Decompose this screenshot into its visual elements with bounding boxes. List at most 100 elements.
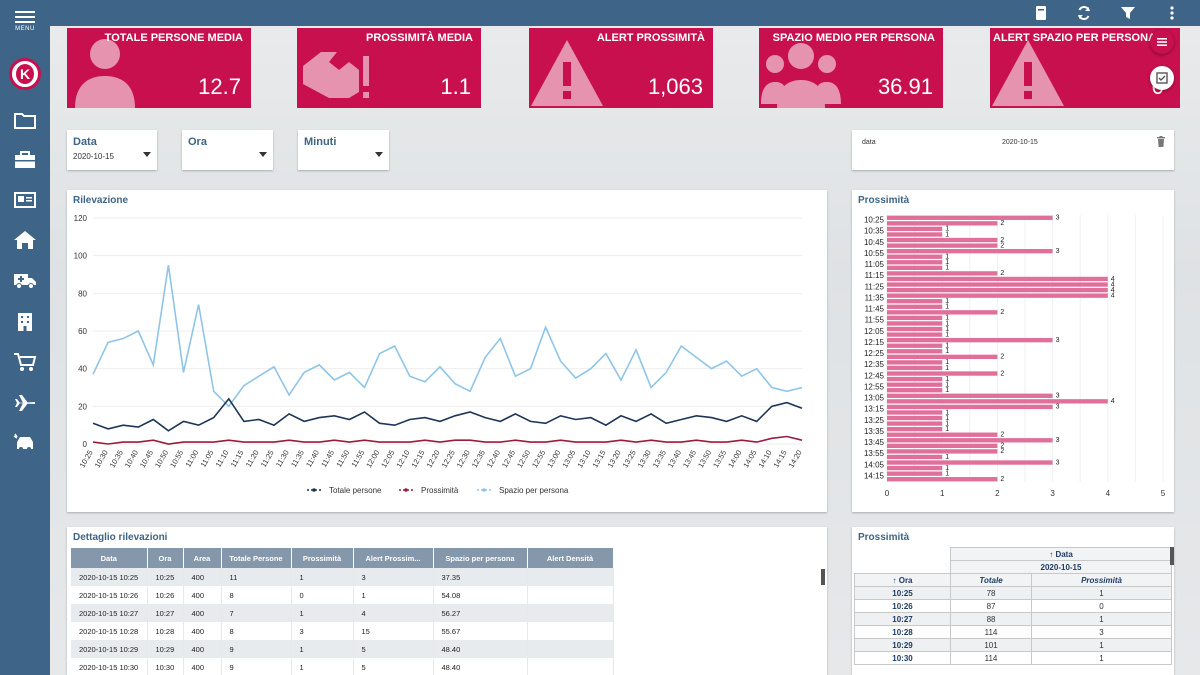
table-row[interactable]: 2020-10-15 10:27 10:27 400 7 1 4 56.27 xyxy=(71,604,614,622)
x-tick-label: 13:00 xyxy=(545,449,562,470)
table-row[interactable]: 2020-10-15 10:30 10:30 400 9 1 5 48.40 xyxy=(71,658,614,675)
filter-label: Ora xyxy=(188,136,207,148)
x-tick-label: 3 xyxy=(1050,489,1055,498)
pivot-row-header[interactable]: ↑ Ora xyxy=(854,573,951,587)
table-cell xyxy=(527,640,614,658)
more-vertical-icon[interactable] xyxy=(1164,5,1180,21)
pivot-row[interactable]: 10:26 87 0 xyxy=(854,599,1172,613)
table-cell: 10:29 xyxy=(147,640,184,658)
group-icon xyxy=(761,36,841,108)
pivot-time: 10:28 xyxy=(854,625,951,639)
filter-ora[interactable]: Ora xyxy=(182,130,273,170)
home-icon[interactable] xyxy=(13,230,37,250)
table-cell: 15 xyxy=(353,622,434,640)
x-tick-label: 10:40 xyxy=(123,449,140,470)
x-tick-label: 13:10 xyxy=(575,449,592,470)
x-tick-label: 12:10 xyxy=(394,449,411,470)
table-row[interactable]: 2020-10-15 10:25 10:25 400 11 1 3 37.35 xyxy=(71,568,614,586)
pivot-row[interactable]: 10:28 114 3 xyxy=(854,625,1172,639)
plane-icon[interactable] xyxy=(13,393,37,413)
menu-button[interactable]: MENU xyxy=(0,8,50,42)
y-tick-label: 11:15 xyxy=(865,271,885,280)
pivot-col-header[interactable]: ↑ Data xyxy=(950,547,1172,561)
y-tick-label: 20 xyxy=(78,402,87,411)
column-header[interactable]: Prossimità xyxy=(291,548,354,568)
bookmark-icon[interactable] xyxy=(1033,5,1049,21)
pivot-row[interactable]: 10:29 101 1 xyxy=(854,638,1172,652)
table-cell: 2020-10-15 10:27 xyxy=(71,604,148,622)
folder-icon[interactable] xyxy=(13,110,37,130)
id-card-icon[interactable] xyxy=(13,190,37,210)
x-tick-label: 12:00 xyxy=(364,449,381,470)
pivot-row[interactable]: 10:30 114 1 xyxy=(854,651,1172,665)
hamburger-icon xyxy=(0,11,50,23)
column-header[interactable]: Alert Densità xyxy=(527,548,614,568)
line-chart: 0 20 40 60 80 100 120 10:2510:3010:3510:4010:45… xyxy=(74,214,804,495)
menu-label: MENU xyxy=(15,26,35,32)
kpi-value: 1.1 xyxy=(440,74,471,99)
bar xyxy=(887,271,998,276)
y-tick-label: 13:15 xyxy=(864,405,885,414)
kpi-value: 36.91 xyxy=(877,74,933,99)
floating-menu-button[interactable] xyxy=(1150,30,1174,54)
column-header[interactable]: Alert Prossim... xyxy=(353,548,434,568)
caret-down-icon xyxy=(259,152,267,157)
table-row[interactable]: 2020-10-15 10:29 10:29 400 9 1 5 48.40 xyxy=(71,640,614,658)
date-filter-value: 2020-10-15 xyxy=(1002,139,1038,146)
x-tick-label: 10:50 xyxy=(153,449,170,470)
y-tick-label: 13:05 xyxy=(864,394,885,403)
filter-minuti[interactable]: Minuti xyxy=(298,130,389,170)
data-label: 2 xyxy=(1000,220,1004,227)
filter-icon[interactable] xyxy=(1120,5,1136,21)
bar xyxy=(887,365,943,371)
x-tick-label: 11:25 xyxy=(259,449,276,469)
building-icon[interactable] xyxy=(13,312,37,332)
y-tick-label: 11:35 xyxy=(865,293,885,302)
data-label: 1 xyxy=(945,387,949,394)
pivot-row[interactable]: 10:25 78 1 xyxy=(854,586,1172,600)
table-row[interactable]: 2020-10-15 10:28 10:28 400 8 3 15 55.67 xyxy=(71,622,614,640)
floating-check-button[interactable] xyxy=(1150,66,1174,90)
table-row[interactable]: 2020-10-15 10:26 10:26 400 8 0 1 54.08 xyxy=(71,586,614,604)
column-header[interactable]: Ora xyxy=(147,548,184,568)
date-filter-bar[interactable]: data 2020-10-15 xyxy=(852,130,1174,170)
x-tick-label: 11:15 xyxy=(229,449,246,469)
scrollbar-thumb[interactable] xyxy=(821,569,825,585)
bar xyxy=(887,477,998,482)
detail-table-wrap: Data Ora Area Totale Persone Prossimità Alert… xyxy=(71,548,614,675)
x-tick-label: 12:15 xyxy=(409,449,426,470)
bar xyxy=(887,321,943,326)
scrollbar-thumb[interactable] xyxy=(1170,547,1174,565)
table-cell: 11 xyxy=(221,568,292,586)
column-header[interactable]: Area xyxy=(183,548,222,568)
table-cell: 5 xyxy=(353,658,434,675)
x-tick-label: 4 xyxy=(1106,489,1111,498)
x-tick-label: 12:20 xyxy=(425,449,442,470)
app-logo[interactable]: K xyxy=(9,58,41,90)
x-tick-label: 11:45 xyxy=(319,449,336,469)
column-header[interactable]: Data xyxy=(71,548,148,568)
briefcase-icon[interactable] xyxy=(13,150,37,170)
car-crash-icon[interactable] xyxy=(13,433,37,453)
y-tick-label: 11:55 xyxy=(865,316,885,325)
column-header[interactable]: Totale Persone xyxy=(221,548,292,568)
table-cell: 10:26 xyxy=(147,586,184,604)
y-tick-label: 12:45 xyxy=(864,371,885,380)
table-cell: 2020-10-15 10:25 xyxy=(71,568,148,586)
table-cell xyxy=(527,586,614,604)
x-tick-label: 0 xyxy=(885,489,890,498)
filter-data[interactable]: Data 2020-10-15 xyxy=(67,130,157,170)
table-cell: 8 xyxy=(221,586,292,604)
pivot-row[interactable]: 10:27 88 1 xyxy=(854,612,1172,626)
kpi-value: 12.7 xyxy=(198,74,241,99)
cart-icon[interactable] xyxy=(13,352,37,372)
table-cell: 3 xyxy=(291,622,354,640)
bar xyxy=(887,265,943,271)
column-header[interactable]: Spazio per persona xyxy=(433,548,528,568)
trash-icon[interactable] xyxy=(1156,136,1166,147)
x-tick-label: 13:05 xyxy=(560,448,577,469)
x-tick-label: 13:20 xyxy=(606,449,623,470)
refresh-icon[interactable] xyxy=(1076,5,1092,21)
x-tick-label: 13:45 xyxy=(681,449,698,470)
ambulance-icon[interactable] xyxy=(13,270,37,290)
